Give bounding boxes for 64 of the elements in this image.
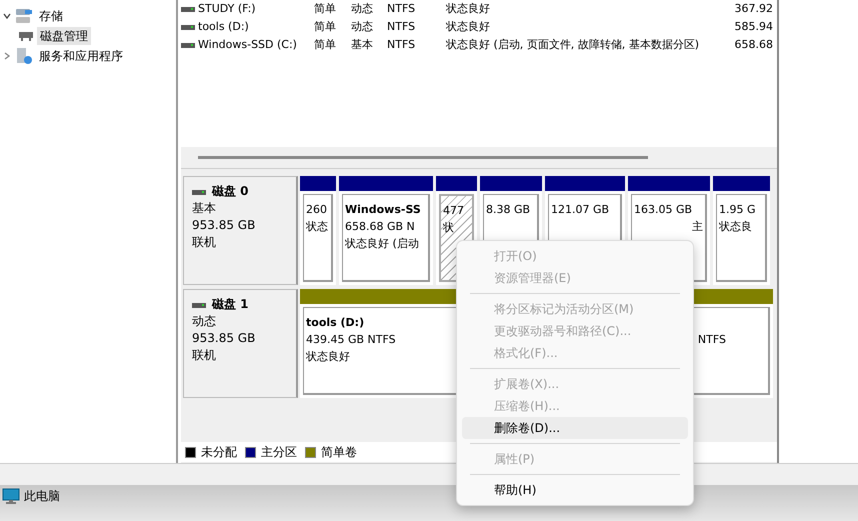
disk-status: 联机 <box>192 234 217 251</box>
volume-type: 动态 <box>351 18 374 35</box>
disk-type: 基本 <box>192 200 217 217</box>
tree-item[interactable]: 存储 <box>36 7 66 25</box>
volume-name: Windows-SSD (C:) <box>198 36 298 53</box>
partition-info: 260 <box>306 202 327 218</box>
disk-size: 953.85 GB <box>192 217 256 234</box>
drive-icon <box>181 22 195 32</box>
drive-icon <box>181 4 195 14</box>
disk-drive-icon <box>18 30 34 42</box>
services-icon <box>15 47 33 65</box>
volume-status: 状态良好 (启动, 页面文件, 故障转储, 基本数据分区) <box>446 36 700 53</box>
volume-capacity: 367.92 <box>734 0 773 17</box>
scrollbar-thumb[interactable] <box>198 156 648 159</box>
volume-type: 动态 <box>351 0 374 17</box>
partition-header-bar <box>436 176 477 191</box>
legend-label: 主分区 <box>261 444 297 461</box>
volume-status: 状态良好 <box>446 0 491 17</box>
drive-icon <box>181 40 195 50</box>
menu-item[interactable]: 帮助(H) <box>462 479 688 501</box>
partition-header-bar <box>300 176 336 191</box>
partition-info: 状态良 <box>719 219 752 235</box>
disk-status: 联机 <box>192 347 217 364</box>
disk-size: 953.85 GB <box>192 330 256 347</box>
monitor-icon <box>2 487 20 505</box>
volume-capacity: 585.94 <box>734 18 773 35</box>
partition-name: tools (D:) <box>306 315 364 331</box>
volume-status: 状态良好 <box>446 18 491 35</box>
disk-name: 磁盘 0 <box>212 183 249 200</box>
partition-info: NTFS <box>698 332 726 348</box>
storage-icon <box>15 7 33 25</box>
partition-info: 477 <box>443 203 464 219</box>
tree-item[interactable]: 磁盘管理 <box>37 27 91 45</box>
partition-name: Windows-SS <box>345 202 421 218</box>
partition-info: 状 <box>443 220 454 236</box>
volume-layout: 简单 <box>314 18 337 35</box>
legend-label: 简单卷 <box>321 444 357 461</box>
partition-info: 163.05 GB <box>634 202 692 218</box>
volume-name: STUDY (F:) <box>198 0 257 17</box>
volume-layout: 简单 <box>314 0 337 17</box>
volume-type: 基本 <box>351 36 374 53</box>
partition-info: 状态良好 (启动 <box>345 236 419 252</box>
partition-info: 状态良好 <box>306 349 350 365</box>
menu-item[interactable]: 删除卷(D)... <box>462 417 688 439</box>
tree-item[interactable]: 服务和应用程序 <box>36 47 126 65</box>
legend-label: 未分配 <box>201 444 237 461</box>
disk-name: 磁盘 1 <box>212 296 249 313</box>
partition-info: 状态 <box>306 219 328 235</box>
volume-filesystem: NTFS <box>387 18 416 35</box>
partition-info: 658.68 GB N <box>345 219 415 235</box>
partition-info: 1.95 G <box>719 202 756 218</box>
partition-info: 121.07 GB <box>551 202 610 218</box>
volume-filesystem: NTFS <box>387 36 416 53</box>
volume-filesystem: NTFS <box>387 0 416 17</box>
partition-info: 主 <box>692 219 703 235</box>
partition-info: 439.45 GB NTFS <box>306 332 396 348</box>
partition-info: 8.38 GB <box>486 202 530 218</box>
volume-capacity: 658.68 <box>734 36 773 53</box>
volume-name: tools (D:) <box>198 18 250 35</box>
partition-header-bar <box>713 176 770 191</box>
volume-layout: 简单 <box>314 36 337 53</box>
disk-type: 动态 <box>192 313 217 330</box>
partition-header-bar <box>480 176 542 191</box>
taskbar-item[interactable]: 此电脑 <box>24 487 60 505</box>
